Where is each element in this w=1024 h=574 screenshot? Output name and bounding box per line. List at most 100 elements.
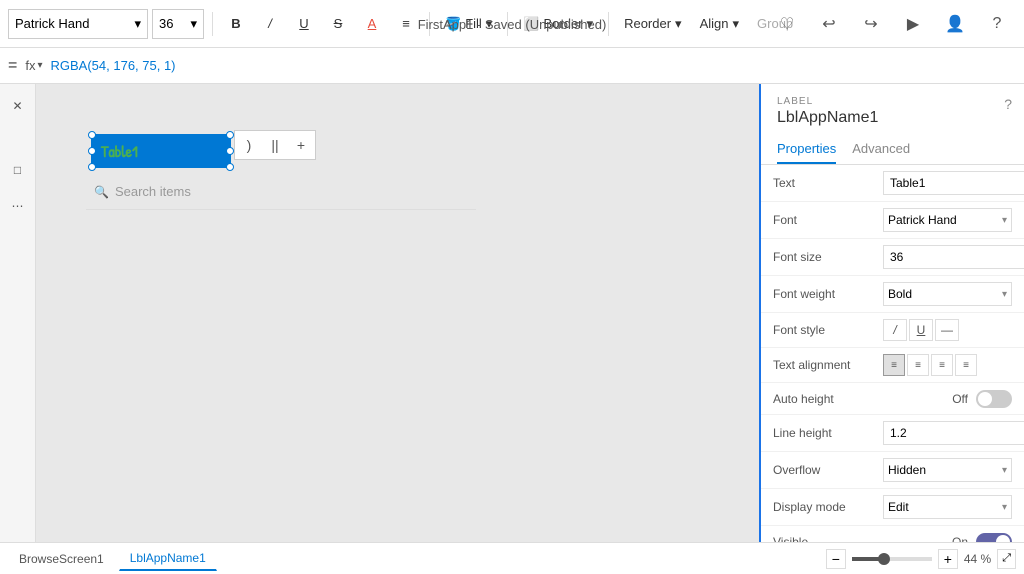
zoom-controls: − + 44 % ⤢ (826, 549, 1016, 569)
font-size-select[interactable]: 36 ▾ (152, 9, 204, 39)
prop-lineheight: Line height (761, 415, 1024, 452)
align-center-btn[interactable]: ≡ (907, 354, 929, 376)
prop-overflow-label: Overflow (773, 463, 883, 477)
strikethrough-style-btn[interactable]: — (935, 319, 959, 341)
handle-right[interactable] (226, 147, 234, 155)
visible-toggle[interactable] (976, 533, 1012, 543)
undo-button[interactable]: ↩ (814, 9, 844, 39)
prop-fontweight-chevron-icon: ▾ (1002, 289, 1007, 300)
label-text: Table1 (101, 140, 138, 162)
toolbar: Patrick Hand ▾ 36 ▾ B / U S A ≡ 🪣 Fill ▾… (0, 0, 1024, 48)
prop-displaymode-chevron-icon: ▾ (1002, 502, 1007, 513)
panel-header: LABEL LblAppName1 ? (761, 84, 1024, 135)
zoom-slider[interactable] (852, 557, 932, 561)
sidebar-ellipsis-icon[interactable]: ⋯ (4, 192, 32, 220)
handle-left[interactable] (88, 147, 96, 155)
prop-overflow-value: Hidden (888, 463, 926, 477)
prop-fontweight-value: Bold (888, 287, 912, 301)
prop-autoheight-value: Off (952, 392, 968, 406)
prop-displaymode-value: Edit (888, 500, 909, 514)
prop-font-value: Patrick Hand (888, 213, 957, 227)
underline-style-btn[interactable]: U (909, 319, 933, 341)
separator-1 (212, 12, 213, 36)
align-right-btn[interactable]: ≡ (931, 354, 953, 376)
formula-input[interactable] (51, 58, 1017, 73)
font-size-chevron-icon: ▾ (190, 16, 197, 32)
align-left-btn[interactable]: ≡ (883, 354, 905, 376)
italic-style-btn[interactable]: / (883, 319, 907, 341)
heartbeat-button[interactable]: ♡ (772, 9, 802, 39)
label-element[interactable]: Table1 (91, 134, 231, 168)
strikethrough-button[interactable]: S (323, 9, 353, 39)
align-justify-btn[interactable]: ≡ (955, 354, 977, 376)
align-group: ≡ ≡ ≡ ≡ (883, 354, 977, 376)
canvas-area: Table1 ) || + 🔍 Search items Andy Champa… (36, 84, 759, 542)
separator-4 (608, 12, 609, 36)
prop-overflow-select[interactable]: Hidden ▾ (883, 458, 1012, 482)
main-area: ✕ □ ⋯ Table1 ) || + (0, 84, 1024, 542)
autoheight-toggle-knob (978, 392, 992, 406)
italic-button[interactable]: / (255, 9, 285, 39)
elem-plus-btn[interactable]: + (289, 133, 313, 157)
prop-fontstyle: Font style / U — (761, 313, 1024, 348)
handle-tl[interactable] (88, 131, 96, 139)
search-icon: 🔍 (94, 185, 109, 199)
font-color-button[interactable]: A (357, 9, 387, 39)
prop-font-label: Font (773, 213, 883, 227)
tab-browse-screen[interactable]: BrowseScreen1 (8, 547, 115, 571)
user-button[interactable]: 👤 (940, 9, 970, 39)
autoheight-toggle[interactable] (976, 390, 1012, 408)
prop-autoheight-label: Auto height (773, 392, 883, 406)
prop-lineheight-label: Line height (773, 426, 883, 440)
font-chevron-icon: ▾ (134, 16, 141, 32)
align-dropdown[interactable]: Align ▾ (693, 9, 746, 39)
zoom-in-button[interactable]: + (938, 549, 958, 569)
prop-displaymode-select[interactable]: Edit ▾ (883, 495, 1012, 519)
play-button[interactable]: ▶ (898, 9, 928, 39)
prop-lineheight-input[interactable] (883, 421, 1024, 445)
panel-component-name: LblAppName1 (777, 109, 1008, 127)
tab-lbl-appname[interactable]: LblAppName1 (119, 546, 217, 571)
prop-font-select[interactable]: Patrick Hand ▾ (883, 208, 1012, 232)
search-bar[interactable]: 🔍 Search items (86, 174, 476, 210)
visible-toggle-knob (996, 535, 1010, 543)
formula-fx[interactable]: fx ▾ (25, 58, 42, 73)
prop-fontsize-input[interactable] (883, 245, 1024, 269)
font-select[interactable]: Patrick Hand ▾ (8, 9, 148, 39)
prop-text-input[interactable] (883, 171, 1024, 195)
zoom-out-button[interactable]: − (826, 549, 846, 569)
app-title: FirstApp1 - Saved (Unpublished) (418, 17, 607, 32)
panel-help-button[interactable]: ? (1004, 96, 1012, 112)
close-icon[interactable]: ✕ (4, 92, 32, 120)
prop-textalign: Text alignment ≡ ≡ ≡ ≡ (761, 348, 1024, 383)
panel-type-tag: LABEL (777, 96, 1008, 107)
sidebar-tool-icon[interactable]: □ (4, 156, 32, 184)
title-bar: FirstApp1 - Saved (Unpublished) (418, 0, 607, 48)
redo-button[interactable]: ↪ (856, 9, 886, 39)
bottom-bar: BrowseScreen1 LblAppName1 − + 44 % ⤢ (0, 542, 1024, 574)
left-sidebar: ✕ □ ⋯ (0, 84, 36, 542)
help-button[interactable]: ? (982, 9, 1012, 39)
prop-fontweight-select[interactable]: Bold ▾ (883, 282, 1012, 306)
prop-overflow: Overflow Hidden ▾ (761, 452, 1024, 489)
handle-br[interactable] (226, 163, 234, 171)
elem-bracket-btn[interactable]: ) (237, 133, 261, 157)
tab-properties[interactable]: Properties (777, 135, 836, 164)
prop-displaymode: Display mode Edit ▾ (761, 489, 1024, 526)
tab-advanced[interactable]: Advanced (852, 135, 910, 164)
reorder-dropdown[interactable]: Reorder ▾ (617, 9, 689, 39)
prop-text: Text (761, 165, 1024, 202)
right-panel: LABEL LblAppName1 ? Properties Advanced … (759, 84, 1024, 542)
handle-tr[interactable] (226, 131, 234, 139)
text-align-button[interactable]: ≡ (391, 9, 421, 39)
panel-body: Text Font Patrick Hand ▾ Font size Font … (761, 165, 1024, 542)
underline-button[interactable]: U (289, 9, 319, 39)
title-actions: ♡ ↩ ↪ ▶ 👤 ? (772, 0, 1024, 48)
elem-pipe-btn[interactable]: || (263, 133, 287, 157)
prop-fontsize-label: Font size (773, 250, 883, 264)
handle-bl[interactable] (88, 163, 96, 171)
align-chevron-icon: ▾ (733, 16, 740, 32)
bold-button[interactable]: B (221, 9, 251, 39)
prop-visible-value: On (952, 535, 968, 543)
fit-screen-button[interactable]: ⤢ (997, 549, 1016, 569)
